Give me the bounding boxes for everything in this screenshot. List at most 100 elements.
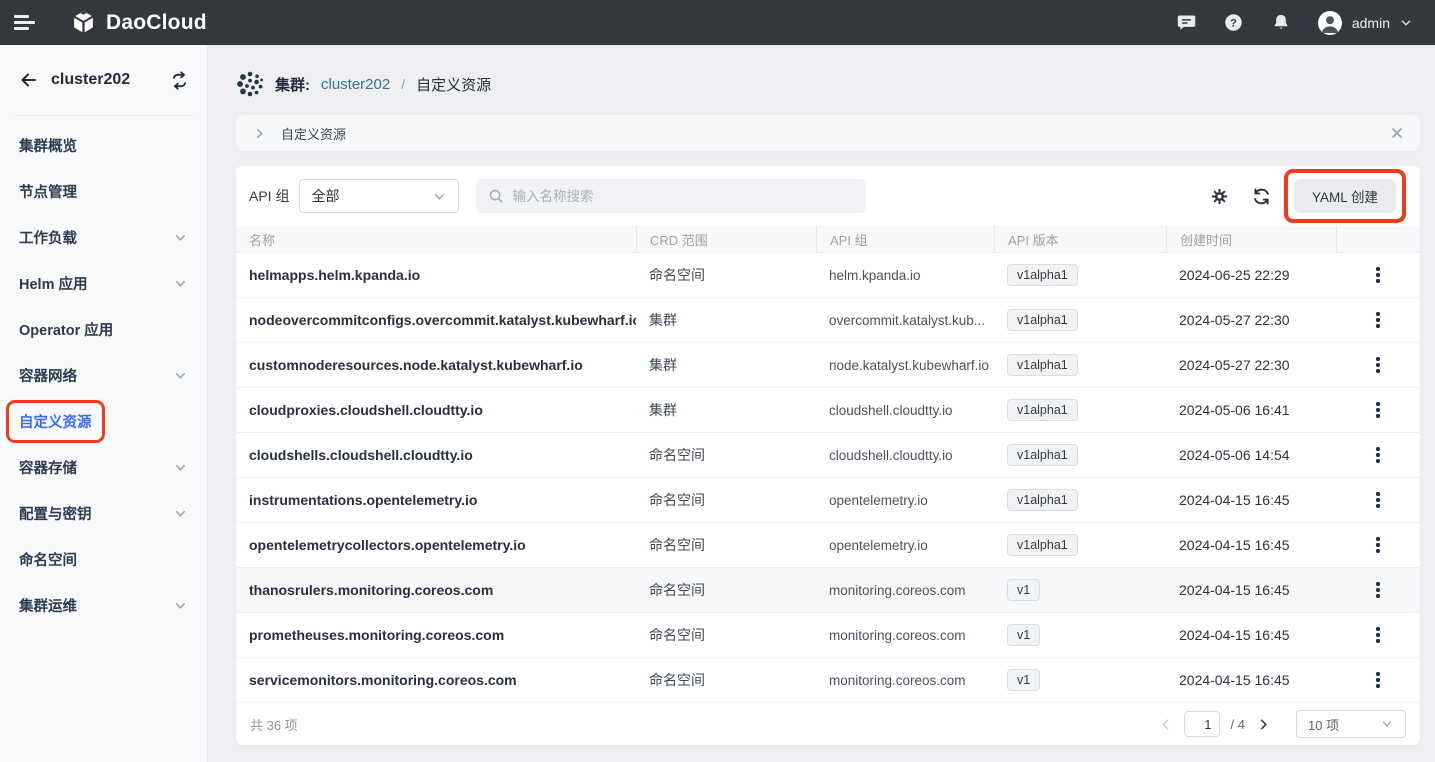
crd-name[interactable]: prometheuses.monitoring.coreos.com: [236, 627, 636, 643]
switch-cluster-icon[interactable]: [170, 71, 189, 90]
crd-version-cell: v1: [994, 669, 1166, 691]
column-header-actions: [1336, 226, 1420, 252]
crd-name[interactable]: helmapps.helm.kpanda.io: [236, 267, 636, 283]
row-actions-cell: [1336, 443, 1420, 466]
table-row: helmapps.helm.kpanda.io命名空间helm.kpanda.i…: [236, 253, 1420, 298]
sidebar-item[interactable]: 容器存储: [0, 444, 207, 490]
chevron-down-icon: [173, 598, 188, 613]
crd-created-time: 2024-04-15 16:45: [1166, 672, 1336, 688]
breadcrumb-cluster-link[interactable]: cluster202: [321, 76, 390, 93]
back-arrow-icon[interactable]: [18, 70, 38, 90]
notifications-bell-icon[interactable]: [1270, 12, 1292, 34]
breadcrumb-prefix: 集群:: [275, 74, 310, 95]
crd-version-cell: v1: [994, 624, 1166, 646]
row-actions-kebab-icon[interactable]: [1368, 668, 1387, 691]
api-group-select[interactable]: 全部: [299, 179, 459, 213]
sidebar-item[interactable]: 集群概览: [0, 122, 207, 168]
breadcrumb-separator: /: [401, 76, 405, 92]
sidebar-item[interactable]: 工作负载: [0, 214, 207, 260]
expand-chevron-icon[interactable]: [252, 126, 267, 141]
user-menu[interactable]: admin: [1317, 10, 1413, 36]
crd-created-time: 2024-05-27 22:30: [1166, 357, 1336, 373]
next-page-icon[interactable]: [1256, 717, 1271, 732]
column-header: API 组: [816, 226, 994, 252]
crd-created-time: 2024-04-15 16:45: [1166, 537, 1336, 553]
help-icon[interactable]: ?: [1223, 12, 1245, 34]
yaml-create-button[interactable]: YAML 创建: [1294, 179, 1396, 213]
crd-name[interactable]: servicemonitors.monitoring.coreos.com: [236, 672, 636, 688]
total-pages: / 4: [1231, 717, 1245, 732]
crd-name[interactable]: nodeovercommitconfigs.overcommit.katalys…: [236, 312, 636, 328]
crd-table-body: helmapps.helm.kpanda.io命名空间helm.kpanda.i…: [236, 253, 1420, 703]
sidebar-item[interactable]: 集群运维: [0, 582, 207, 628]
info-banner: 自定义资源: [236, 115, 1420, 151]
crd-api-group: opentelemetry.io: [816, 538, 994, 553]
refresh-icon[interactable]: [1252, 187, 1271, 206]
version-badge: v1: [1007, 579, 1040, 601]
crd-name[interactable]: opentelemetrycollectors.opentelemetry.io: [236, 537, 636, 553]
svg-text:?: ?: [1231, 17, 1238, 29]
row-actions-kebab-icon[interactable]: [1368, 263, 1387, 286]
sidebar-item[interactable]: Operator 应用: [0, 306, 207, 352]
row-actions-kebab-icon[interactable]: [1368, 353, 1387, 376]
row-actions-kebab-icon[interactable]: [1368, 578, 1387, 601]
row-actions-kebab-icon[interactable]: [1368, 488, 1387, 511]
search-box: [476, 179, 866, 213]
select-chevron-down-icon: [432, 189, 447, 204]
menu-icon[interactable]: [14, 11, 40, 33]
crd-scope: 集群: [636, 400, 816, 420]
close-icon[interactable]: [1390, 126, 1404, 140]
crd-name[interactable]: instrumentations.opentelemetry.io: [236, 492, 636, 508]
crd-api-group: node.katalyst.kubewharf.io: [816, 358, 994, 373]
previous-page-icon[interactable]: [1158, 717, 1173, 732]
crd-version-cell: v1: [994, 579, 1166, 601]
crd-scope: 命名空间: [636, 535, 816, 555]
sidebar-item[interactable]: 自定义资源: [0, 398, 207, 444]
sidebar-item[interactable]: 容器网络: [0, 352, 207, 398]
sidebar-item[interactable]: Helm 应用: [0, 260, 207, 306]
search-input[interactable]: [512, 189, 854, 204]
main-content: 集群: cluster202 / 自定义资源 自定义资源 API 组 全部: [208, 45, 1435, 762]
table-row: instrumentations.opentelemetry.io命名空间ope…: [236, 478, 1420, 523]
cluster-dots-icon: [236, 70, 264, 98]
table-header: 名称CRD 范围API 组API 版本创建时间: [236, 226, 1420, 253]
crd-api-group: overcommit.katalyst.kub...: [816, 313, 994, 328]
settings-gear-icon[interactable]: [1210, 187, 1229, 206]
crd-name[interactable]: cloudshells.cloudshell.cloudtty.io: [236, 447, 636, 463]
crd-created-time: 2024-04-15 16:45: [1166, 627, 1336, 643]
sidebar-item[interactable]: 节点管理: [0, 168, 207, 214]
crd-created-time: 2024-06-25 22:29: [1166, 267, 1336, 283]
column-header-label: CRD 范围: [650, 230, 708, 249]
daocloud-logo[interactable]: DaoCloud: [70, 9, 207, 36]
row-actions-cell: [1336, 668, 1420, 691]
chevron-down-icon: [173, 506, 188, 521]
crd-scope: 集群: [636, 310, 816, 330]
table-row: cloudproxies.cloudshell.cloudtty.io集群clo…: [236, 388, 1420, 433]
sidebar-item[interactable]: 配置与密钥: [0, 490, 207, 536]
search-icon: [488, 188, 504, 204]
row-actions-cell: [1336, 533, 1420, 556]
crd-name[interactable]: cloudproxies.cloudshell.cloudtty.io: [236, 402, 636, 418]
row-actions-kebab-icon[interactable]: [1368, 308, 1387, 331]
row-actions-kebab-icon[interactable]: [1368, 623, 1387, 646]
row-actions-cell: [1336, 308, 1420, 331]
sidebar: cluster202 集群概览节点管理工作负载Helm 应用Operator 应…: [0, 45, 208, 762]
page-number-input[interactable]: [1184, 711, 1220, 737]
row-actions-kebab-icon[interactable]: [1368, 533, 1387, 556]
user-name: admin: [1352, 15, 1390, 31]
page-size-value: 10 项: [1308, 715, 1339, 734]
row-actions-kebab-icon[interactable]: [1368, 443, 1387, 466]
crd-name[interactable]: thanosrulers.monitoring.coreos.com: [236, 582, 636, 598]
top-bar: DaoCloud ?: [0, 0, 1435, 45]
version-badge: v1alpha1: [1007, 444, 1078, 466]
message-icon[interactable]: [1176, 12, 1198, 34]
pagination: / 4 10 项: [1158, 710, 1406, 738]
sidebar-item[interactable]: 命名空间: [0, 536, 207, 582]
crd-scope: 命名空间: [636, 625, 816, 645]
crd-name[interactable]: customnoderesources.node.katalyst.kubewh…: [236, 357, 636, 373]
crd-scope: 命名空间: [636, 670, 816, 690]
row-actions-kebab-icon[interactable]: [1368, 398, 1387, 421]
page-size-select[interactable]: 10 项: [1296, 710, 1406, 738]
sidebar-item-label: Helm 应用: [19, 273, 88, 294]
column-header: 创建时间: [1166, 226, 1336, 252]
